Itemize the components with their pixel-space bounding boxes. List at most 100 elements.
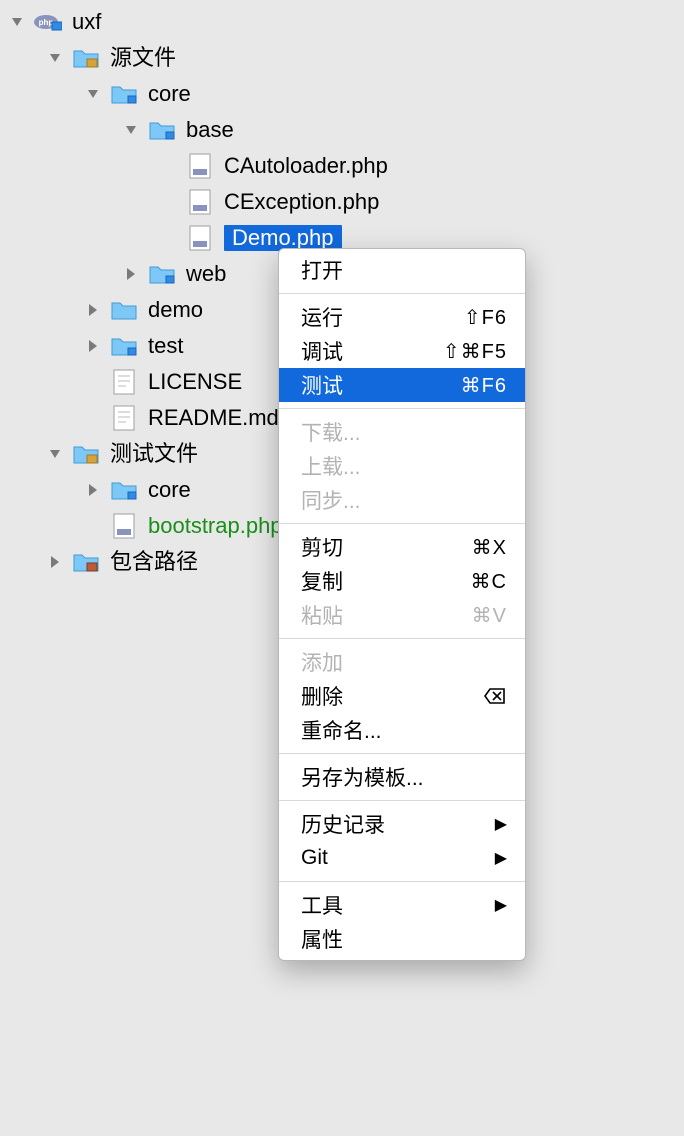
ctx-run-shortcut: ⇧F6 xyxy=(464,305,507,330)
tree-label-readme: README.md xyxy=(148,407,279,429)
ctx-add: 添加 xyxy=(279,645,525,679)
tree-label-demo: demo xyxy=(148,299,203,321)
ctx-copy-shortcut: ⌘C xyxy=(471,569,507,594)
ctx-paste-shortcut: ⌘V xyxy=(472,603,507,628)
ctx-rename-label: 重命名... xyxy=(301,715,382,745)
tree-label-sources: 源文件 xyxy=(110,47,176,69)
tree-label-exception: CException.php xyxy=(224,191,379,213)
folder-test-icon xyxy=(72,440,100,468)
submenu-arrow-icon: ▶ xyxy=(495,895,507,915)
tree-row-autoloader[interactable]: CAutoloader.php xyxy=(0,148,684,184)
folder-source-icon xyxy=(72,44,100,72)
ctx-paste: 粘贴 ⌘V xyxy=(279,598,525,632)
ctx-cut-shortcut: ⌘X xyxy=(472,535,507,560)
ctx-properties[interactable]: 属性 xyxy=(279,922,525,956)
ctx-sync: 同步... xyxy=(279,483,525,517)
ctx-git[interactable]: Git ▶ xyxy=(279,841,525,875)
delete-key-icon xyxy=(483,686,507,706)
tree-row-core[interactable]: core xyxy=(0,76,684,112)
ctx-separator xyxy=(279,638,525,639)
folder-plain-icon xyxy=(110,296,138,324)
text-file-icon xyxy=(110,368,138,396)
tree-label-test: test xyxy=(148,335,183,357)
ctx-tools[interactable]: 工具 ▶ xyxy=(279,888,525,922)
tree-label-testfiles: 测试文件 xyxy=(110,443,198,465)
ctx-debug-label: 调试 xyxy=(301,336,343,366)
php-project-icon: php xyxy=(34,8,62,36)
ctx-copy[interactable]: 复制 ⌘C xyxy=(279,564,525,598)
ctx-separator xyxy=(279,800,525,801)
folder-icon xyxy=(148,116,176,144)
ctx-test-label: 测试 xyxy=(301,370,343,400)
context-menu: 打开 运行 ⇧F6 调试 ⇧⌘F5 测试 ⌘F6 下载... 上载... 同步.… xyxy=(278,248,526,961)
tree-row-exception[interactable]: CException.php xyxy=(0,184,684,220)
tree-label-bootstrap: bootstrap.php xyxy=(148,515,283,537)
ctx-saveas-label: 另存为模板... xyxy=(301,762,424,792)
ctx-test[interactable]: 测试 ⌘F6 xyxy=(279,368,525,402)
ctx-add-label: 添加 xyxy=(301,647,343,677)
ctx-separator xyxy=(279,881,525,882)
ctx-open[interactable]: 打开 xyxy=(279,253,525,287)
ctx-copy-label: 复制 xyxy=(301,566,343,596)
folder-icon xyxy=(148,260,176,288)
ctx-history[interactable]: 历史记录 ▶ xyxy=(279,807,525,841)
ctx-delete-label: 删除 xyxy=(301,681,343,711)
ctx-separator xyxy=(279,408,525,409)
tree-label-root: uxf xyxy=(72,11,101,33)
ctx-properties-label: 属性 xyxy=(301,924,343,954)
ctx-cut[interactable]: 剪切 ⌘X xyxy=(279,530,525,564)
folder-icon xyxy=(110,476,138,504)
expand-arrow-icon[interactable] xyxy=(82,83,104,105)
collapse-arrow-icon[interactable] xyxy=(82,479,104,501)
ctx-git-label: Git xyxy=(301,846,328,870)
tree-row-sources[interactable]: 源文件 xyxy=(0,40,684,76)
ctx-download: 下载... xyxy=(279,415,525,449)
submenu-arrow-icon: ▶ xyxy=(495,848,507,868)
tree-label-core: core xyxy=(148,83,191,105)
tree-label-core2: core xyxy=(148,479,191,501)
ctx-tools-label: 工具 xyxy=(301,890,343,920)
collapse-arrow-icon[interactable] xyxy=(120,263,142,285)
folder-include-icon xyxy=(72,548,100,576)
ctx-run[interactable]: 运行 ⇧F6 xyxy=(279,300,525,334)
ctx-upload: 上载... xyxy=(279,449,525,483)
collapse-arrow-icon[interactable] xyxy=(44,551,66,573)
collapse-arrow-icon[interactable] xyxy=(82,299,104,321)
ctx-upload-label: 上载... xyxy=(301,451,361,481)
tree-row-root[interactable]: php uxf xyxy=(0,4,684,40)
ctx-debug-shortcut: ⇧⌘F5 xyxy=(443,339,507,364)
tree-label-includepath: 包含路径 xyxy=(110,551,198,573)
ctx-separator xyxy=(279,523,525,524)
tree-label-license: LICENSE xyxy=(148,371,242,393)
tree-label-autoloader: CAutoloader.php xyxy=(224,155,388,177)
php-file-icon xyxy=(110,512,138,540)
expand-arrow-icon[interactable] xyxy=(44,47,66,69)
text-file-icon xyxy=(110,404,138,432)
php-file-icon xyxy=(186,152,214,180)
ctx-rename[interactable]: 重命名... xyxy=(279,713,525,747)
expand-arrow-icon[interactable] xyxy=(120,119,142,141)
tree-label-web: web xyxy=(186,263,226,285)
svg-text:php: php xyxy=(39,18,54,27)
collapse-arrow-icon[interactable] xyxy=(82,335,104,357)
ctx-history-label: 历史记录 xyxy=(301,809,385,839)
ctx-paste-label: 粘贴 xyxy=(301,600,343,630)
ctx-cut-label: 剪切 xyxy=(301,532,343,562)
ctx-separator xyxy=(279,293,525,294)
ctx-run-label: 运行 xyxy=(301,302,343,332)
ctx-debug[interactable]: 调试 ⇧⌘F5 xyxy=(279,334,525,368)
ctx-save-as-template[interactable]: 另存为模板... xyxy=(279,760,525,794)
expand-arrow-icon[interactable] xyxy=(44,443,66,465)
ctx-download-label: 下载... xyxy=(301,417,361,447)
php-file-icon xyxy=(186,224,214,252)
ctx-delete[interactable]: 删除 xyxy=(279,679,525,713)
ctx-open-label: 打开 xyxy=(301,255,343,285)
expand-arrow-icon[interactable] xyxy=(6,11,28,33)
submenu-arrow-icon: ▶ xyxy=(495,814,507,834)
ctx-separator xyxy=(279,753,525,754)
tree-row-base[interactable]: base xyxy=(0,112,684,148)
ctx-sync-label: 同步... xyxy=(301,485,361,515)
tree-label-base: base xyxy=(186,119,234,141)
php-file-icon xyxy=(186,188,214,216)
folder-icon xyxy=(110,80,138,108)
